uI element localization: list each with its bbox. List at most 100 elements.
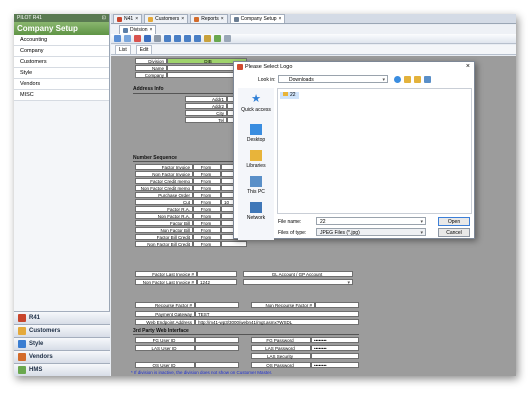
save-icon[interactable] <box>144 35 151 42</box>
fg-user-id-field[interactable] <box>195 337 239 343</box>
edit-mode-button[interactable]: Edit <box>135 44 153 55</box>
las-password-field[interactable]: •••••••• <box>311 345 359 351</box>
settings-icon[interactable] <box>224 35 231 42</box>
tab-reports[interactable]: Reports × <box>190 14 228 24</box>
view-menu-icon[interactable] <box>424 76 431 83</box>
sidebar-item-accounting[interactable]: Accounting <box>14 35 109 46</box>
fg-password-field[interactable]: •••••••• <box>311 337 359 343</box>
new-folder-icon[interactable] <box>414 76 421 83</box>
file-list[interactable]: 22 <box>277 88 472 214</box>
sidebar-menu: Accounting Company Customers Style Vendo… <box>14 35 109 101</box>
sidebar-item-style[interactable]: Style <box>14 68 109 79</box>
refresh-icon[interactable] <box>124 35 131 42</box>
las-user-id-field[interactable] <box>195 345 239 351</box>
name-label: Name <box>135 65 167 71</box>
sequence-from-label: From <box>193 213 221 219</box>
nav-hms-label: HMS <box>29 366 43 373</box>
look-in-select[interactable]: Downloads ▾ <box>278 75 388 83</box>
non-factor-last-invoice-label: Non Factor Last Invoice # <box>135 279 197 285</box>
sidebar-item-customers[interactable]: Customers <box>14 57 109 68</box>
sidebar-topbar: PILOT R41 ⊡ <box>14 14 109 22</box>
export-icon[interactable] <box>214 35 221 42</box>
nav-customers[interactable]: Customers <box>14 324 110 337</box>
payment-gateway-select[interactable]: TEST <box>195 311 359 317</box>
payment-gateway-label: Payment Gateway <box>135 311 195 317</box>
web-endpoint-field[interactable]: http://m41-wp3/3000/webn41/mgt.asmx?WSDL <box>195 319 359 325</box>
tab-reports-label: Reports <box>201 15 219 22</box>
nav-style[interactable]: Style <box>14 337 110 350</box>
non-recourse-factor-field[interactable] <box>315 302 359 308</box>
toolbar <box>111 34 516 44</box>
company-label: Company <box>135 72 167 78</box>
tab-company-setup[interactable]: Company Setup × <box>229 14 286 24</box>
close-icon[interactable]: × <box>221 15 224 24</box>
tab-customers[interactable]: Customers × <box>144 14 189 24</box>
filter-icon[interactable] <box>204 35 211 42</box>
os-password-field[interactable]: •••••••• <box>311 362 359 368</box>
tab-n41[interactable]: N41 × <box>113 14 143 24</box>
close-icon[interactable]: × <box>181 15 184 24</box>
sequence-from-field[interactable] <box>221 241 247 247</box>
first-record-icon[interactable] <box>164 35 171 42</box>
nav-vendors-label: Vendors <box>29 353 53 360</box>
nav-vendors[interactable]: Vendors <box>14 350 110 363</box>
place-network-label: Network <box>246 215 266 221</box>
nav-style-label: Style <box>29 340 44 347</box>
sequence-label: Factor Invoice <box>135 164 193 170</box>
os-user-id-label: OS User ID <box>135 362 195 368</box>
os-password-label: OS Password <box>251 362 311 368</box>
sidebar-item-company[interactable]: Company <box>14 46 109 57</box>
back-icon[interactable] <box>394 76 401 83</box>
nav-r41[interactable]: R41 <box>14 311 110 324</box>
non-factor-last-invoice-field[interactable]: 1242 <box>197 279 237 285</box>
tab-division[interactable]: Division × <box>119 25 157 34</box>
las-security-field[interactable] <box>311 353 359 359</box>
factor-last-invoice-field[interactable] <box>197 271 237 277</box>
sidebar-item-vendors[interactable]: Vendors <box>14 79 109 90</box>
pin-icon[interactable]: ⊡ <box>102 14 106 22</box>
delete-icon[interactable] <box>134 35 141 42</box>
file-name-field[interactable]: 22 ▾ <box>316 217 426 225</box>
print-icon[interactable] <box>154 35 161 42</box>
files-of-type-label: Files of type: <box>278 230 307 236</box>
folder-item[interactable]: 22 <box>280 92 299 99</box>
new-icon[interactable] <box>114 35 121 42</box>
previous-record-icon[interactable] <box>174 35 181 42</box>
list-mode-button[interactable]: List <box>115 44 131 55</box>
section-divider <box>133 334 359 335</box>
sequence-from-label: From <box>193 234 221 240</box>
place-quick-access[interactable]: ★ Quick access <box>238 94 274 114</box>
place-desktop-label: Desktop <box>246 137 266 143</box>
sequence-label: Non Factor Bill <box>135 227 193 233</box>
las-password-label: LAS Password <box>251 345 311 351</box>
sub-tabbar: Division × <box>111 25 516 34</box>
sidebar-topbar-label: PILOT R41 <box>17 15 42 21</box>
next-record-icon[interactable] <box>184 35 191 42</box>
last-record-icon[interactable] <box>194 35 201 42</box>
sequence-from-label: From <box>193 185 221 191</box>
mode-bar: List Edit <box>111 44 516 55</box>
close-icon[interactable]: × <box>279 15 282 24</box>
gl-account-select[interactable]: ▾ <box>243 279 353 286</box>
hms-icon <box>18 366 26 374</box>
file-name-value: 22 <box>320 219 326 225</box>
gear-icon <box>233 16 239 22</box>
os-user-id-field[interactable] <box>195 362 239 368</box>
place-this-pc[interactable]: This PC <box>238 176 274 195</box>
place-libraries[interactable]: Libraries <box>238 150 274 169</box>
recourse-factor-field[interactable] <box>195 302 239 308</box>
place-desktop[interactable]: Desktop <box>238 124 274 143</box>
open-button[interactable]: Open <box>438 217 470 226</box>
close-icon[interactable]: × <box>135 15 138 24</box>
sidebar-item-misc[interactable]: MISC <box>14 90 109 101</box>
reports-icon <box>194 16 200 22</box>
place-network[interactable]: Network <box>238 202 274 221</box>
nav-hms[interactable]: HMS <box>14 363 110 376</box>
close-icon[interactable]: × <box>466 62 470 72</box>
sequence-from-label: From <box>193 241 221 247</box>
up-folder-icon[interactable] <box>404 76 411 83</box>
style-icon <box>18 340 26 348</box>
place-quick-access-label: Quick access <box>241 107 271 113</box>
files-of-type-select[interactable]: JPEG Files (*.jpg) ▾ <box>316 228 426 236</box>
cancel-button[interactable]: Cancel <box>438 228 470 237</box>
